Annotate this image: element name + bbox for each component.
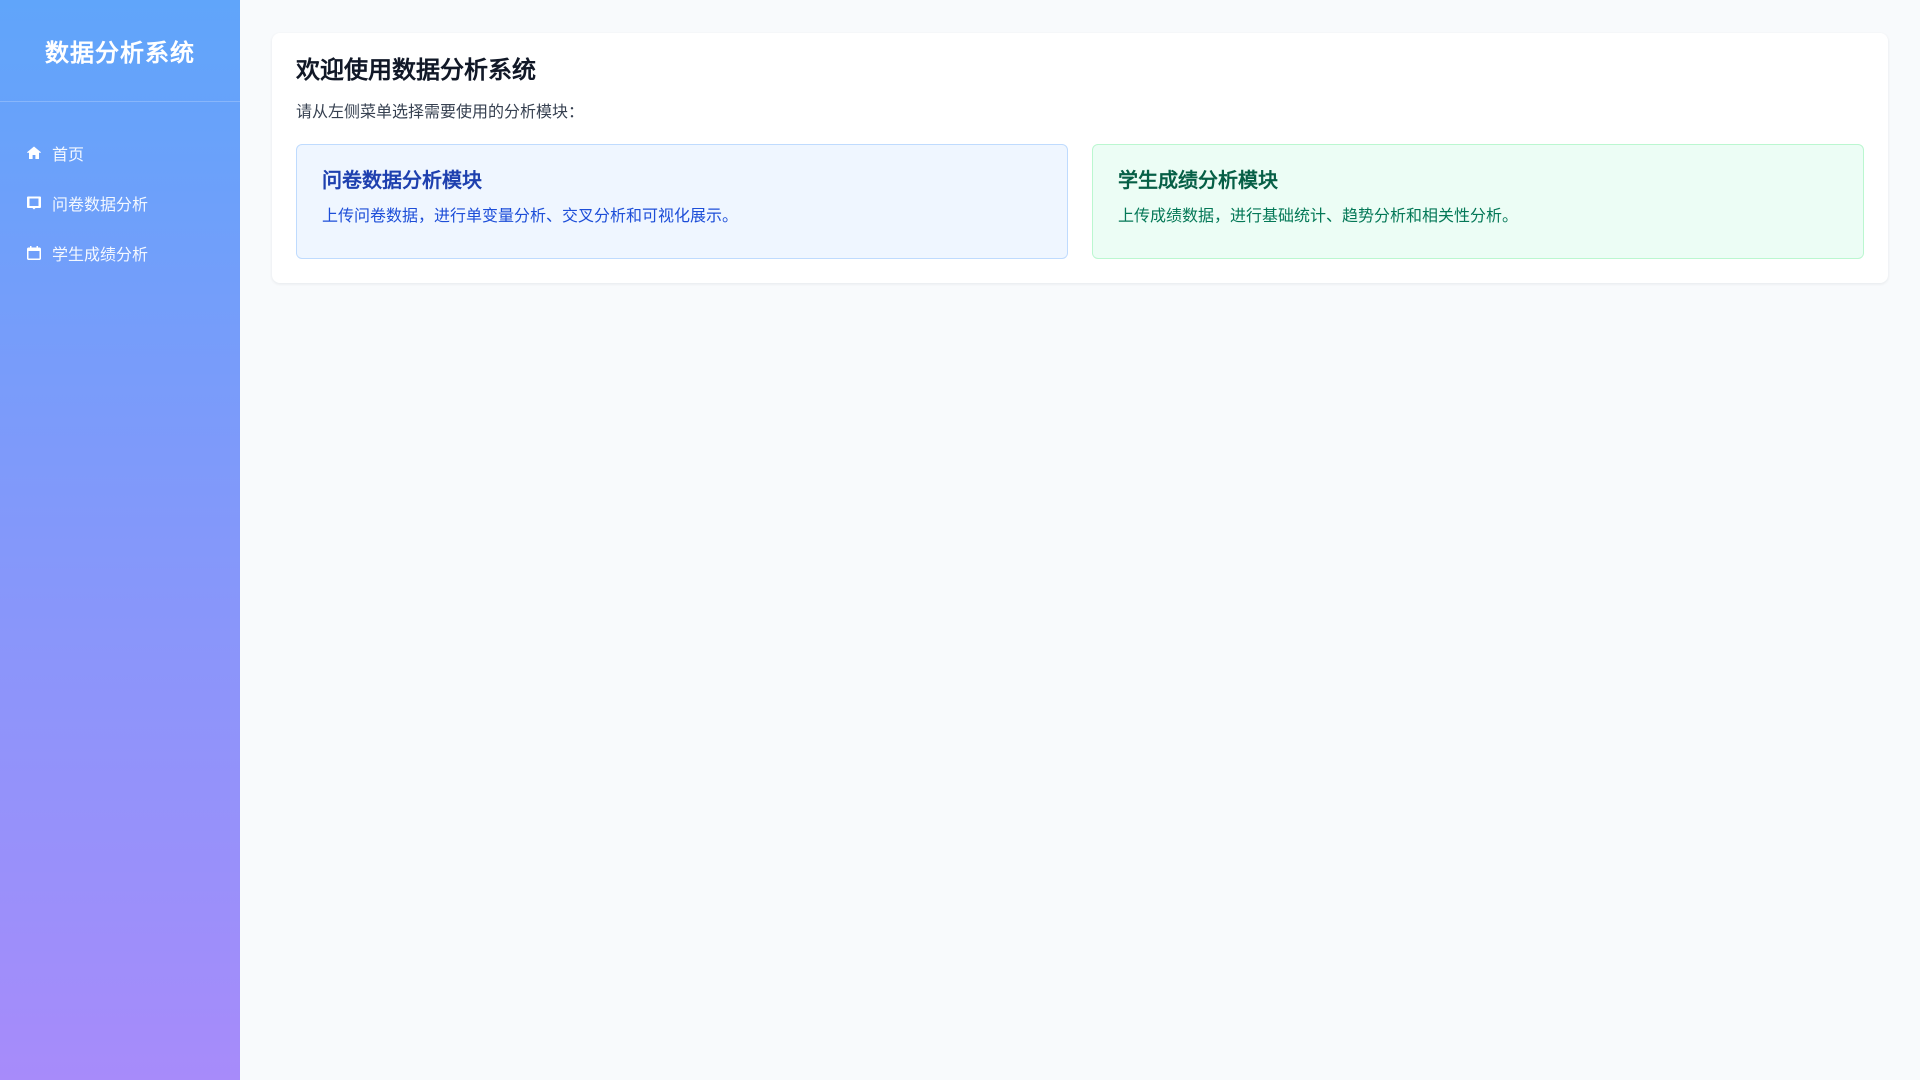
survey-icon — [26, 195, 42, 211]
module-description: 上传成绩数据，进行基础统计、趋势分析和相关性分析。 — [1118, 205, 1519, 225]
calendar-icon — [26, 245, 42, 261]
app-title: 数据分析系统 — [45, 39, 195, 67]
sidebar-item-label: 学生成绩分析 — [52, 245, 149, 264]
welcome-card: 欢迎使用数据分析系统 请从左侧菜单选择需要使用的分析模块： 问卷数据分析模块 上… — [272, 33, 1888, 283]
app-root: 数据分析系统 首页 问卷数据分析 学生成绩分析 欢迎使用数据分析系统 请从左侧菜… — [0, 0, 1920, 1080]
student-score-module-card[interactable]: 学生成绩分析模块 上传成绩数据，进行基础统计、趋势分析和相关性分析。 — [1092, 143, 1864, 259]
sidebar-item-student-scores[interactable]: 学生成绩分析 — [0, 228, 240, 278]
home-icon — [26, 145, 42, 161]
sidebar-item-label: 首页 — [52, 145, 85, 164]
sidebar-header: 数据分析系统 — [0, 0, 240, 102]
survey-module-card[interactable]: 问卷数据分析模块 上传问卷数据，进行单变量分析、交叉分析和可视化展示。 — [296, 143, 1068, 259]
page-subtitle: 请从左侧菜单选择需要使用的分析模块： — [296, 102, 585, 122]
sidebar-item-survey-analysis[interactable]: 问卷数据分析 — [0, 178, 240, 228]
page-title: 欢迎使用数据分析系统 — [296, 56, 536, 84]
sidebar: 数据分析系统 首页 问卷数据分析 学生成绩分析 — [0, 0, 240, 1080]
module-title: 学生成绩分析模块 — [1118, 167, 1278, 192]
module-title: 问卷数据分析模块 — [322, 167, 482, 192]
main-content: 欢迎使用数据分析系统 请从左侧菜单选择需要使用的分析模块： 问卷数据分析模块 上… — [240, 0, 1920, 1080]
sidebar-item-label: 问卷数据分析 — [52, 195, 149, 214]
sidebar-item-home[interactable]: 首页 — [0, 128, 240, 178]
module-description: 上传问卷数据，进行单变量分析、交叉分析和可视化展示。 — [322, 205, 739, 225]
sidebar-nav: 首页 问卷数据分析 学生成绩分析 — [0, 102, 240, 278]
module-list: 问卷数据分析模块 上传问卷数据，进行单变量分析、交叉分析和可视化展示。 学生成绩… — [296, 143, 1864, 259]
